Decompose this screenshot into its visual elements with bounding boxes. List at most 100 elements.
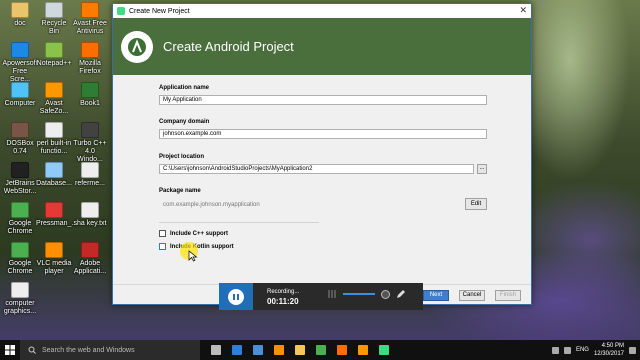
desktop-icon[interactable]: Turbo C++ 4.0 Windo... <box>72 122 108 164</box>
app-icon <box>45 162 63 178</box>
network-icon[interactable] <box>551 346 559 354</box>
language-indicator[interactable]: ENG <box>576 347 589 353</box>
desktop-icon[interactable]: JetBrains WebStor... <box>2 162 38 196</box>
chrome-icon[interactable] <box>316 345 326 355</box>
android-studio-icon[interactable] <box>379 345 389 355</box>
volume-icon[interactable] <box>563 346 571 354</box>
desktop-icon[interactable]: DOSBox 0.74 <box>2 122 38 156</box>
desktop-icon[interactable]: referme... <box>72 162 108 188</box>
app-icon <box>45 82 63 98</box>
clock[interactable]: 4:50 PM 12/30/2017 <box>594 342 624 358</box>
desktop-icon-label: perl built-in functio... <box>36 140 72 155</box>
store-icon[interactable] <box>253 345 263 355</box>
desktop-icon-label: referme... <box>75 180 105 187</box>
edit-package-button[interactable]: Edit <box>465 198 487 210</box>
cpp-support-option[interactable]: Include C++ support <box>159 230 228 237</box>
cpp-checkbox[interactable] <box>159 230 166 237</box>
desktop-icon-label: Database... <box>36 180 72 187</box>
dialog-titlebar[interactable]: Create New Project ✕ <box>113 4 531 18</box>
desktop-icon-label: Computer <box>4 100 36 107</box>
taskbar-search[interactable]: Search the web and Windows <box>20 340 200 360</box>
notifications-icon[interactable] <box>629 346 636 354</box>
desktop-icon[interactable]: Adobe Applicati... <box>72 242 108 276</box>
desktop-icon[interactable]: Google Chrome <box>2 242 38 276</box>
app-icon <box>45 2 63 18</box>
start-button[interactable] <box>0 340 20 360</box>
vlc-icon[interactable] <box>274 345 284 355</box>
task-view-icon[interactable] <box>211 345 221 355</box>
desktop-icon-label: Apowersoft Free Scre... <box>2 60 38 83</box>
explorer-icon[interactable] <box>295 345 305 355</box>
finish-button[interactable]: Finish <box>495 290 521 301</box>
desktop-icon[interactable]: Avast SafeZo... <box>36 82 72 116</box>
desktop-icon-label: Adobe Applicati... <box>73 260 107 275</box>
taskbar: Search the web and Windows ENG 4:50 PM 1… <box>0 340 640 360</box>
app-icon <box>11 82 29 98</box>
recorder-pause-area[interactable] <box>219 283 253 310</box>
desktop-icon[interactable]: Mozilla Firefox <box>72 42 108 76</box>
desktop-icon[interactable]: doc <box>2 2 38 28</box>
desktop-icon[interactable]: Recycle Bin <box>36 2 72 36</box>
desktop-icon[interactable]: Book1 <box>72 82 108 108</box>
cancel-button[interactable]: Cancel <box>459 290 485 301</box>
app-icon <box>81 242 99 258</box>
kotlin-checkbox[interactable] <box>159 243 166 250</box>
desktop-icon-label: DOSBox 0.74 <box>6 140 34 155</box>
webcam-icon[interactable] <box>381 289 390 299</box>
system-tray: ENG 4:50 PM 12/30/2017 <box>551 342 636 358</box>
dialog-title: Create New Project <box>129 7 190 15</box>
app-icon <box>45 122 63 138</box>
desktop-icon[interactable]: computer graphics... <box>2 282 38 316</box>
desktop-icon[interactable]: sha key.txt <box>72 202 108 228</box>
project-form: Application name My Application Company … <box>113 75 531 285</box>
avast-icon[interactable] <box>358 345 368 355</box>
desktop-icon[interactable]: Pressman_... <box>36 202 77 228</box>
close-icon[interactable]: ✕ <box>519 5 527 16</box>
app-icon <box>81 122 99 138</box>
desktop-icon[interactable]: Database... <box>36 162 72 188</box>
desktop-icon[interactable]: VLC media player <box>36 242 72 276</box>
company-domain-label: Company domain <box>159 119 210 125</box>
desktop-icon-label: Google Chrome <box>7 220 33 235</box>
app-icon <box>11 162 29 178</box>
mouse-cursor-icon <box>188 250 198 262</box>
cpp-checkbox-label: Include C++ support <box>170 230 229 237</box>
edge-icon[interactable] <box>232 345 242 355</box>
package-name-label: Package name <box>159 188 201 194</box>
screen-recorder-toolbar: Recording... 00:11:20 <box>219 283 423 310</box>
app-icon <box>45 242 63 258</box>
desktop-icon[interactable]: Computer <box>2 82 38 108</box>
desktop-icon[interactable]: perl built-in functio... <box>36 122 72 156</box>
desktop-icon[interactable]: Apowersoft Free Scre... <box>2 42 38 84</box>
clock-date: 12/30/2017 <box>593 351 624 357</box>
android-studio-logo-icon <box>121 30 153 63</box>
project-location-input[interactable]: C:\Users\johnson\AndroidStudioProjects\M… <box>159 164 474 174</box>
app-icon <box>11 2 29 18</box>
drag-handle-icon[interactable] <box>327 289 337 299</box>
recording-timer: 00:11:20 <box>267 296 299 306</box>
desktop-icon[interactable]: Notepad++ <box>36 42 72 68</box>
desktop-icon-label: Turbo C++ 4.0 Windo... <box>73 140 107 163</box>
app-icon <box>81 42 99 58</box>
pause-icon[interactable] <box>228 288 244 305</box>
recorder-tools <box>327 289 406 299</box>
desktop-icon-label: Google Chrome <box>7 260 33 275</box>
app-name-input[interactable]: My Application <box>159 95 487 105</box>
next-button[interactable]: Next <box>423 290 449 301</box>
app-icon <box>11 242 29 258</box>
browse-button[interactable]: ... <box>477 164 487 174</box>
desktop-icon[interactable]: Avast Free Antivirus <box>72 2 108 36</box>
firefox-icon[interactable] <box>337 345 347 355</box>
desktop-icon[interactable]: Google Chrome <box>2 202 38 236</box>
pen-icon[interactable] <box>396 289 406 299</box>
company-domain-input[interactable]: johnson.example.com <box>159 129 487 139</box>
app-icon <box>81 162 99 178</box>
desktop-icon-label: computer graphics... <box>3 300 37 315</box>
desktop-icon-label: sha key.txt <box>73 220 107 227</box>
volume-slider[interactable] <box>343 293 375 295</box>
search-placeholder: Search the web and Windows <box>42 346 135 354</box>
search-icon <box>28 346 36 354</box>
divider <box>159 222 319 223</box>
recording-label: Recording... <box>267 288 300 295</box>
desktop-icon-label: Notepad++ <box>36 60 72 67</box>
